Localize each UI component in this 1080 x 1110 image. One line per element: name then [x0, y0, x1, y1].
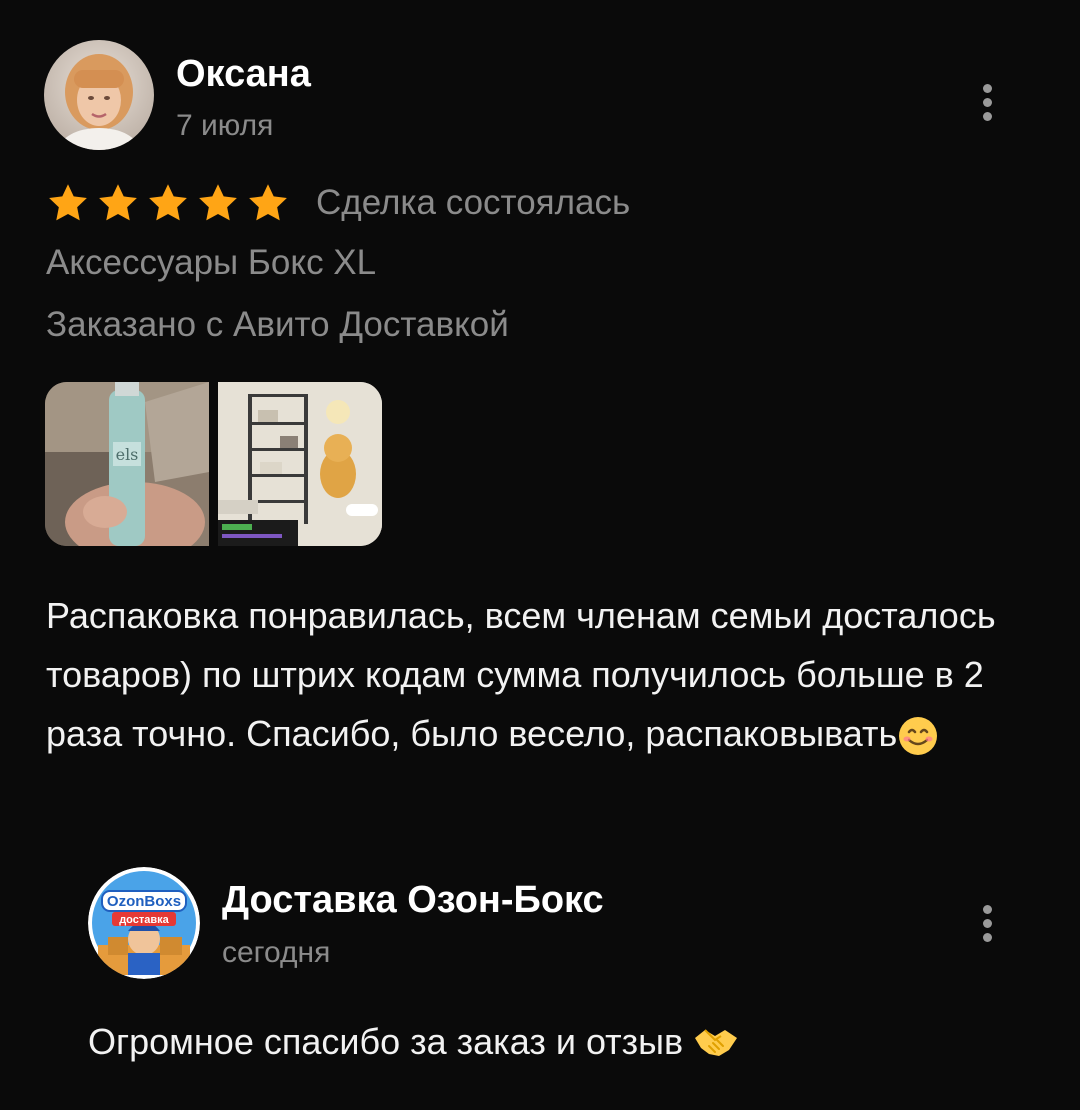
review-photo[interactable]: els: [45, 382, 209, 546]
review-date: 7 июля: [176, 109, 274, 142]
seller-name[interactable]: Доставка Озон-Бокс: [222, 878, 604, 922]
reply-text-content: Огромное спасибо за заказ и отзыв: [88, 1021, 684, 1062]
more-options-button[interactable]: [972, 77, 1002, 127]
review-photo[interactable]: [218, 382, 382, 546]
review-text: Распаковка понравилась, всем членам семь…: [46, 586, 1006, 763]
logo-text-bottom: доставка: [119, 914, 169, 926]
seller-reply: OzonBoxs доставка Доставка Озон-Бокс сег…: [0, 850, 1080, 1110]
seller-logo[interactable]: OzonBoxs доставка: [88, 867, 200, 979]
star-icon: [249, 184, 287, 221]
order-method: Заказано с Авито Доставкой: [46, 305, 509, 344]
review-card: Оксана 7 июля Сделка состоялась Аксессуа…: [0, 0, 1080, 850]
review-text-content: Распаковка понравилась, всем членам семь…: [46, 595, 996, 754]
reply-date: сегодня: [222, 936, 331, 969]
reply-more-options-button[interactable]: [972, 898, 1002, 948]
star-icon: [99, 184, 137, 221]
star-icon: [49, 184, 87, 221]
star-icon: [199, 184, 237, 221]
handshake-emoji: [695, 1029, 738, 1056]
author-avatar[interactable]: [44, 40, 154, 150]
logo-text-top: OzonBoxs: [107, 893, 181, 910]
product-name[interactable]: Аксессуары Бокс XL: [46, 240, 376, 286]
rating-row: Сделка состоялась: [46, 180, 630, 226]
smiling-face-emoji: [899, 717, 938, 756]
reply-text: Огромное спасибо за заказ и отзыв: [88, 1018, 739, 1066]
deal-status: Сделка состоялась: [316, 183, 631, 222]
star-icon: [149, 184, 187, 221]
svg-text:els: els: [116, 445, 139, 464]
more-vertical-icon: [982, 904, 992, 914]
author-name[interactable]: Оксана: [176, 52, 311, 96]
more-vertical-icon: [982, 83, 992, 93]
